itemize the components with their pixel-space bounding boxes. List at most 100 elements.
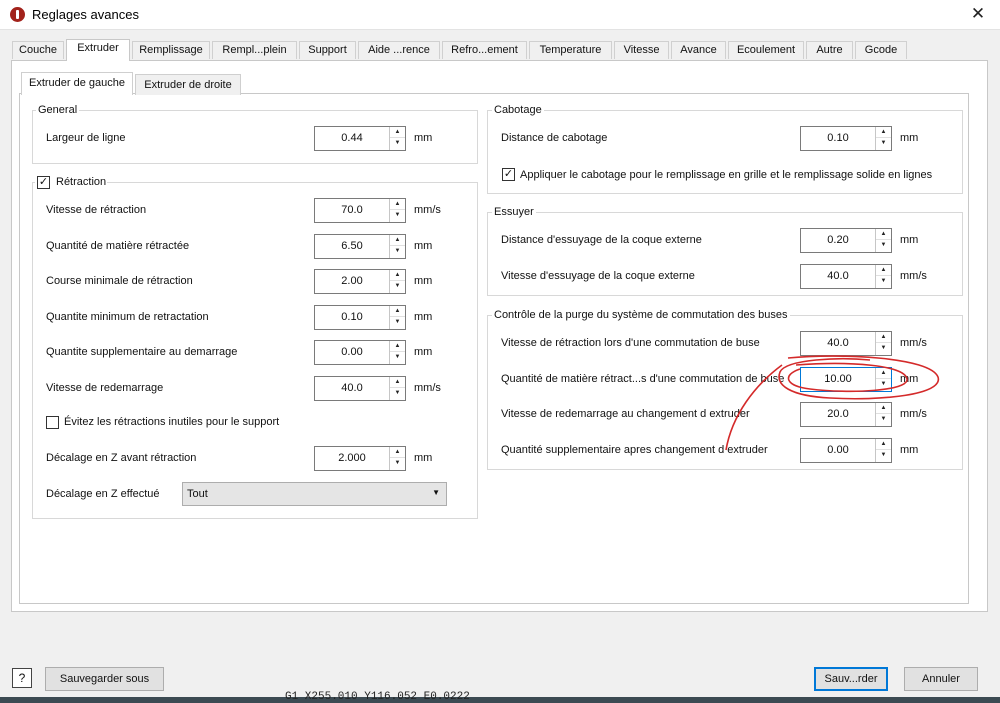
arrow-up-icon[interactable]: ▲ (390, 270, 405, 281)
z-hop-mode-select[interactable]: Tout ▼ (182, 482, 447, 506)
annotation-ellipse-outer (778, 355, 939, 400)
purge-group-title: Contrôle de la purge du système de commu… (492, 309, 790, 321)
tab-extruder[interactable]: Extruder (66, 39, 130, 61)
arrow-down-icon[interactable]: ▼ (876, 138, 891, 149)
save-as-button[interactable]: Sauvegarder sous (45, 667, 164, 691)
tab-avance[interactable]: Avance (671, 41, 726, 59)
arrow-down-icon[interactable]: ▼ (390, 138, 405, 149)
arrow-down-icon[interactable]: ▼ (390, 388, 405, 399)
wipe-distance-spinbox[interactable]: 0.20 ▲ ▼ (800, 228, 892, 253)
line-width-spinbox[interactable]: 0.44 ▲ ▼ (314, 126, 406, 151)
tab-refroidissement[interactable]: Refro...ement (442, 41, 527, 59)
tab-gcode[interactable]: Gcode (855, 41, 907, 59)
tab-autre[interactable]: Autre (806, 41, 853, 59)
spinbox-value: 6.50 (341, 240, 363, 252)
spinbox-arrows[interactable]: ▲ ▼ (389, 341, 405, 364)
tab-support[interactable]: Support (299, 41, 356, 59)
restart-speed-unit: mm/s (414, 382, 441, 394)
coast-distance-unit: mm (900, 132, 919, 144)
settings-dialog: Reglages avances ✕ Couche Extruder Rempl… (0, 0, 1000, 697)
extra-restart-unit: mm (414, 346, 433, 358)
coast-distance-spinbox[interactable]: 0.10 ▲ ▼ (800, 126, 892, 151)
retraction-amount-spinbox[interactable]: 6.50 ▲ ▼ (314, 234, 406, 259)
spinbox-value: 70.0 (341, 204, 363, 216)
spinbox-arrows[interactable]: ▲ ▼ (389, 306, 405, 329)
tab-couche[interactable]: Couche (12, 41, 64, 59)
tab-remplissage[interactable]: Remplissage (132, 41, 210, 59)
arrow-up-icon[interactable]: ▲ (876, 265, 891, 276)
min-travel-spinbox[interactable]: 2.00 ▲ ▼ (314, 269, 406, 294)
arrow-up-icon[interactable]: ▲ (390, 341, 405, 352)
tab-aide-reference[interactable]: Aide ...rence (358, 41, 440, 59)
avoid-retraction-checkbox[interactable] (46, 416, 59, 429)
arrow-down-icon[interactable]: ▼ (390, 458, 405, 469)
arrow-up-icon[interactable]: ▲ (876, 127, 891, 138)
avoid-retraction-label: Évitez les rétractions inutiles pour le … (64, 416, 280, 428)
spinbox-value: 0.10 (827, 132, 849, 144)
spinbox-value: 0.44 (341, 132, 363, 144)
arrow-up-icon[interactable]: ▲ (390, 447, 405, 458)
spinbox-value: 40.0 (827, 270, 849, 282)
z-hop-label: Décalage en Z avant rétraction (46, 452, 197, 464)
spinbox-arrows[interactable]: ▲ ▼ (389, 199, 405, 222)
arrow-down-icon[interactable]: ▼ (390, 281, 405, 292)
min-retract-spinbox[interactable]: 0.10 ▲ ▼ (314, 305, 406, 330)
min-travel-label: Course minimale de rétraction (46, 275, 193, 287)
arrow-up-icon[interactable]: ▲ (876, 332, 891, 343)
arrow-down-icon[interactable]: ▼ (390, 246, 405, 257)
retraction-speed-label: Vitesse de rétraction (46, 204, 147, 216)
save-button[interactable]: Sauv...rder (814, 667, 888, 691)
wipe-speed-unit: mm/s (900, 270, 927, 282)
extra-restart-spinbox[interactable]: 0.00 ▲ ▼ (314, 340, 406, 365)
app-logo-icon (10, 7, 25, 22)
red-circle-annotation (725, 355, 939, 451)
spinbox-arrows[interactable]: ▲ ▼ (875, 229, 891, 252)
spinbox-value: 40.0 (341, 382, 363, 394)
spinbox-arrows[interactable]: ▲ ▼ (389, 377, 405, 400)
spinbox-value: 0.00 (341, 346, 363, 358)
arrow-up-icon[interactable]: ▲ (876, 229, 891, 240)
line-width-unit: mm (414, 132, 433, 144)
z-hop-mode-label: Décalage en Z effectué (46, 488, 160, 500)
wipe-speed-spinbox[interactable]: 40.0 ▲ ▼ (800, 264, 892, 289)
spinbox-arrows[interactable]: ▲ ▼ (389, 270, 405, 293)
arrow-up-icon[interactable]: ▲ (390, 127, 405, 138)
tab-rempl-plein[interactable]: Rempl...plein (212, 41, 297, 59)
min-retract-unit: mm (414, 311, 433, 323)
z-hop-mode-value: Tout (187, 488, 208, 500)
spinbox-value: 0.10 (341, 311, 363, 323)
arrow-down-icon[interactable]: ▼ (876, 276, 891, 287)
spinbox-arrows[interactable]: ▲ ▼ (875, 265, 891, 288)
subtab-extruder-droite[interactable]: Extruder de droite (135, 74, 241, 95)
coast-apply-checkbox[interactable]: ✓ (502, 168, 515, 181)
arrow-down-icon[interactable]: ▼ (390, 352, 405, 363)
z-hop-spinbox[interactable]: 2.000 ▲ ▼ (314, 446, 406, 471)
tab-vitesse[interactable]: Vitesse (614, 41, 669, 59)
spinbox-arrows[interactable]: ▲ ▼ (389, 235, 405, 258)
cancel-button[interactable]: Annuler (904, 667, 978, 691)
close-icon[interactable]: ✕ (966, 3, 990, 25)
arrow-down-icon[interactable]: ▼ (390, 210, 405, 221)
title-bar: Reglages avances ✕ (0, 0, 1000, 30)
spinbox-arrows[interactable]: ▲ ▼ (389, 447, 405, 470)
arrow-down-icon[interactable]: ▼ (876, 240, 891, 251)
retraction-speed-spinbox[interactable]: 70.0 ▲ ▼ (314, 198, 406, 223)
spinbox-arrows[interactable]: ▲ ▼ (875, 127, 891, 150)
arrow-up-icon[interactable]: ▲ (390, 235, 405, 246)
tab-ecoulement[interactable]: Ecoulement (728, 41, 804, 59)
cabotage-group-title: Cabotage (492, 104, 544, 116)
retraction-checkbox[interactable]: ✓ (37, 176, 50, 189)
extra-restart-label: Quantite supplementaire au demarrage (46, 346, 238, 358)
arrow-down-icon[interactable]: ▼ (390, 317, 405, 328)
window-title: Reglages avances (32, 7, 139, 22)
restart-speed-spinbox[interactable]: 40.0 ▲ ▼ (314, 376, 406, 401)
arrow-up-icon[interactable]: ▲ (390, 306, 405, 317)
help-button[interactable]: ? (12, 668, 32, 688)
subtab-extruder-gauche[interactable]: Extruder de gauche (21, 72, 133, 95)
arrow-up-icon[interactable]: ▲ (390, 199, 405, 210)
tab-temperature[interactable]: Temperature (529, 41, 612, 59)
spinbox-arrows[interactable]: ▲ ▼ (389, 127, 405, 150)
chevron-down-icon: ▼ (432, 488, 440, 497)
arrow-up-icon[interactable]: ▲ (390, 377, 405, 388)
wipe-distance-unit: mm (900, 234, 919, 246)
